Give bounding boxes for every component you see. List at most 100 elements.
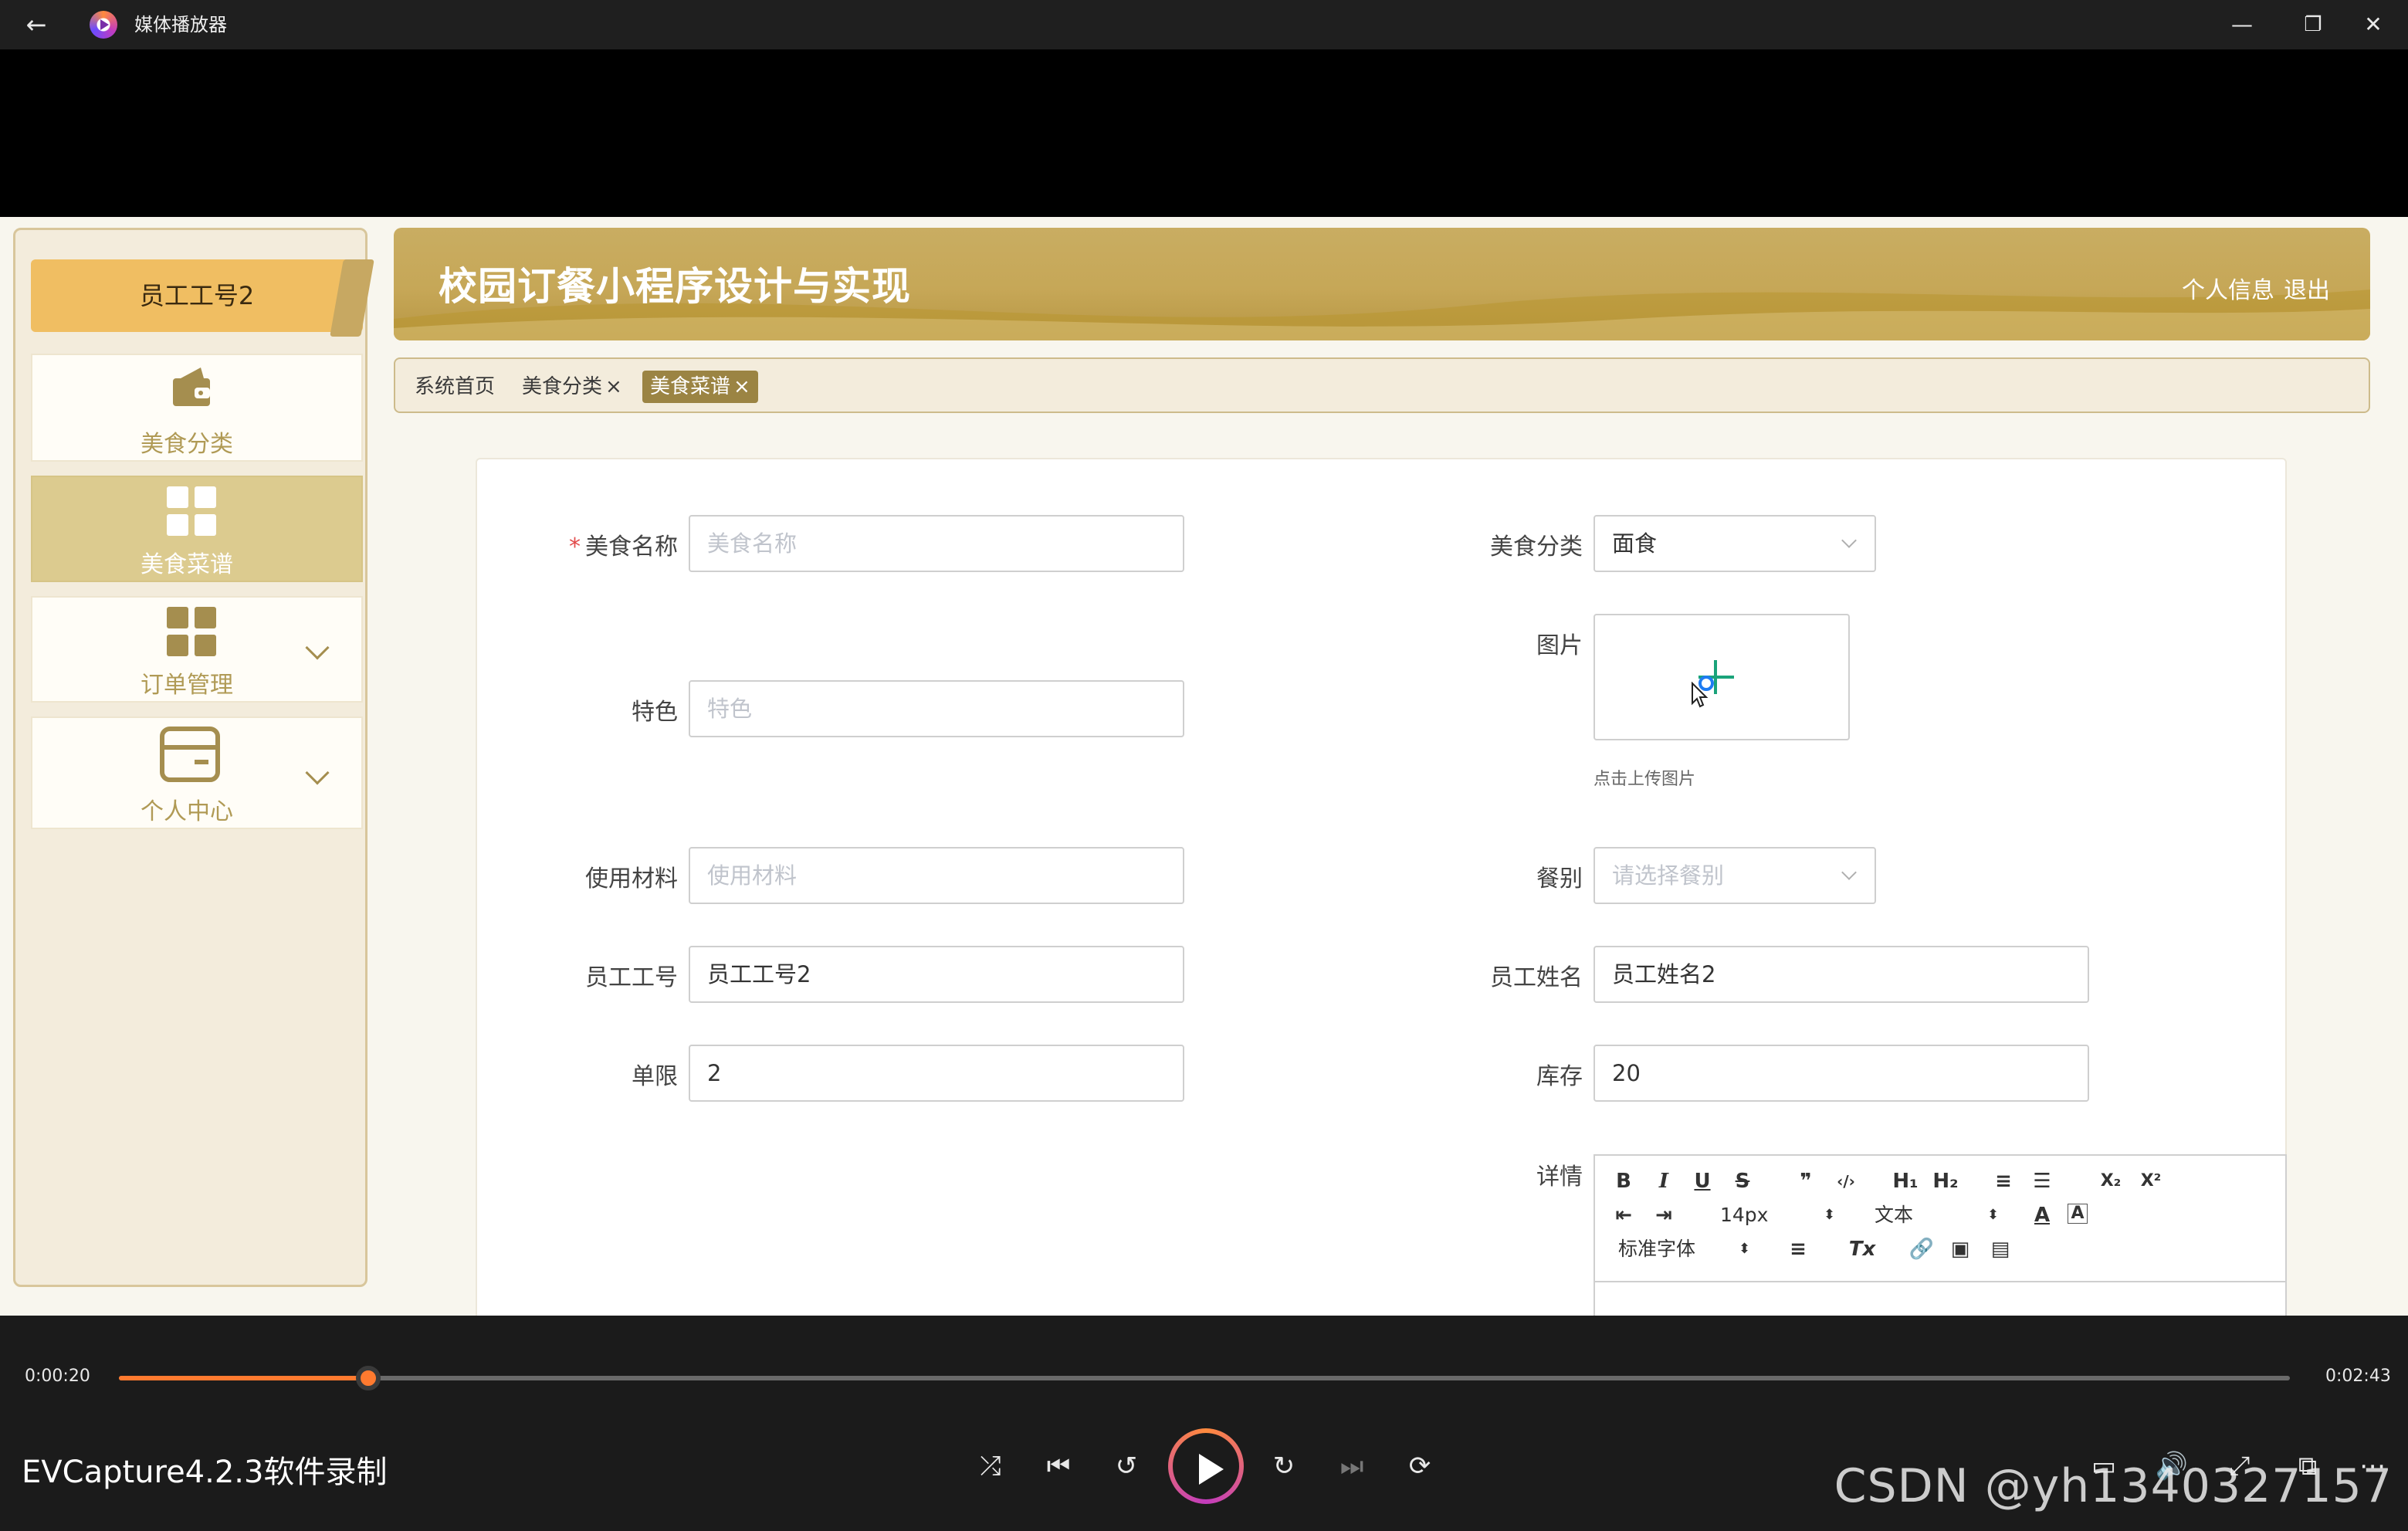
close-icon[interactable]: × <box>605 375 622 398</box>
profile-link[interactable]: 个人信息 <box>2182 277 2274 304</box>
image-icon[interactable]: ▣ <box>1947 1238 1973 1261</box>
sidebar-item-food-recipes[interactable]: 美食菜谱 <box>31 476 363 582</box>
clear-format-button[interactable]: Tx <box>1847 1238 1878 1261</box>
video-area: 员工工号2 美食分类 美食菜谱 订单管理 个人中心 校园订餐小程序设计与实现 个… <box>0 49 2408 1316</box>
indent-icon[interactable]: ⇥ <box>1651 1204 1677 1227</box>
h2-button[interactable]: H₂ <box>1930 1170 1961 1193</box>
repeat-icon[interactable]: ⟳ <box>1400 1447 1439 1485</box>
total-time: 0:02:43 <box>2325 1367 2391 1386</box>
bold-button[interactable]: B <box>1610 1170 1637 1193</box>
ordered-list-button[interactable]: ≡ <box>1990 1170 2017 1193</box>
sidebar-item-label: 美食分类 <box>141 431 233 458</box>
background-color-icon[interactable]: A <box>2068 1204 2088 1224</box>
tab-home[interactable]: 系统首页 <box>407 371 503 403</box>
seek-thumb[interactable] <box>356 1366 381 1390</box>
csdn-watermark: CSDN @yh1340327157 <box>1834 1459 2393 1513</box>
feature-input[interactable]: 特色 <box>689 680 1184 737</box>
chevron-down-icon <box>305 760 330 785</box>
font-family-select[interactable]: 标准字体 <box>1618 1238 1695 1261</box>
chevron-down-icon <box>1841 533 1857 548</box>
seek-bar[interactable] <box>119 1366 2290 1390</box>
player-controls: 0:00:20 0:02:43 EVCapture4.2.3软件录制 ⤮ ⏮ ↺… <box>0 1316 2408 1531</box>
strike-button[interactable]: S <box>1729 1170 1756 1193</box>
subscript-button[interactable]: X₂ <box>2095 1170 2126 1193</box>
limit-input[interactable]: 2 <box>689 1045 1184 1102</box>
next-icon[interactable]: ⏭ <box>1333 1447 1371 1485</box>
field-label-materials: 使用材料 <box>585 865 678 893</box>
italic-button[interactable]: I <box>1651 1170 1677 1193</box>
link-icon[interactable]: 🔗 <box>1908 1238 1935 1261</box>
text-type-select[interactable]: 文本 <box>1875 1204 1913 1227</box>
close-icon[interactable]: ✕ <box>2350 6 2396 43</box>
page-title: 校园订餐小程序设计与实现 <box>439 264 911 309</box>
materials-input[interactable]: 使用材料 <box>689 847 1184 904</box>
sidebar-item-order-management[interactable]: 订单管理 <box>31 596 363 703</box>
sidebar-item-label: 订单管理 <box>141 672 233 699</box>
title-bar: ← 媒体播放器 — ❐ ✕ <box>0 0 2408 49</box>
recorder-label: EVCapture4.2.3软件录制 <box>22 1455 388 1490</box>
blockquote-button[interactable]: ❞ <box>1793 1170 1819 1193</box>
wallet-icon <box>173 368 210 406</box>
media-player-logo-icon <box>90 11 117 39</box>
field-label-limit: 单限 <box>632 1063 678 1090</box>
recipe-form: * 美食名称 美食名称 美食分类 面食 图片 点击上传图片 特色 特色 使用材料… <box>476 458 2287 1316</box>
sidebar: 员工工号2 美食分类 美食菜谱 订单管理 个人中心 <box>13 228 367 1287</box>
minimize-icon[interactable]: — <box>2219 6 2265 43</box>
field-label-name: * 美食名称 <box>569 533 678 561</box>
logout-link[interactable]: 退出 <box>2284 277 2330 304</box>
image-upload-hint: 点击上传图片 <box>1593 770 1696 789</box>
chevron-down-icon <box>1841 865 1857 880</box>
field-label-emp-no: 员工工号 <box>585 964 678 991</box>
emp-no-input[interactable]: 员工工号2 <box>689 946 1184 1003</box>
sidebar-item-personal-center[interactable]: 个人中心 <box>31 716 363 829</box>
field-label-meal-type: 餐别 <box>1536 865 1583 893</box>
field-label-image: 图片 <box>1536 632 1583 659</box>
header-links: 个人信息 退出 <box>2173 271 2330 305</box>
font-color-icon[interactable]: A <box>2029 1204 2055 1227</box>
outdent-icon[interactable]: ⇤ <box>1610 1204 1637 1227</box>
meal-type-select[interactable]: 请选择餐别 <box>1593 847 1876 904</box>
play-button[interactable] <box>1168 1428 1244 1504</box>
name-input[interactable]: 美食名称 <box>689 515 1184 572</box>
restore-icon[interactable]: ❐ <box>2290 6 2336 43</box>
tab-label: 美食菜谱 <box>650 375 731 398</box>
seek-bar-progress <box>119 1376 369 1380</box>
underline-button[interactable]: U <box>1689 1170 1715 1193</box>
image-upload[interactable] <box>1593 614 1850 740</box>
tab-label: 美食分类 <box>522 375 603 398</box>
recorded-web-page: 员工工号2 美食分类 美食菜谱 订单管理 个人中心 校园订餐小程序设计与实现 个… <box>0 217 2408 1316</box>
updown-icon: ⬍ <box>1824 1207 1836 1223</box>
field-label-feature: 特色 <box>632 699 678 726</box>
superscript-button[interactable]: X² <box>2135 1170 2166 1193</box>
previous-icon[interactable]: ⏮ <box>1039 1447 1078 1485</box>
bullet-list-button[interactable]: ☰ <box>2029 1170 2055 1193</box>
field-label-category: 美食分类 <box>1490 533 1583 561</box>
font-size-select[interactable]: 14px <box>1720 1204 1768 1227</box>
grid-icon <box>167 607 216 656</box>
tab-food-category[interactable]: 美食分类 × <box>514 371 630 403</box>
sidebar-item-label: 个人中心 <box>141 798 233 825</box>
shuffle-icon[interactable]: ⤮ <box>971 1447 1010 1485</box>
current-time: 0:00:20 <box>25 1367 90 1386</box>
arrow-left-icon[interactable]: ← <box>19 8 54 42</box>
tab-label: 系统首页 <box>415 375 496 398</box>
meal-type-placeholder: 请选择餐别 <box>1612 862 1725 889</box>
align-button[interactable]: ≡ <box>1785 1238 1811 1261</box>
tab-bar: 系统首页 美食分类 × 美食菜谱 × <box>394 357 2370 413</box>
sidebar-item-food-category[interactable]: 美食分类 <box>31 354 363 462</box>
forward-30-icon[interactable]: ↻ <box>1265 1447 1303 1485</box>
stock-input[interactable]: 20 <box>1593 1045 2089 1102</box>
code-button[interactable]: ‹/› <box>1833 1170 1859 1193</box>
rewind-10-icon[interactable]: ↺ <box>1107 1447 1146 1485</box>
tab-food-recipes[interactable]: 美食菜谱 × <box>642 371 758 403</box>
field-label-detail: 详情 <box>1536 1163 1583 1191</box>
updown-icon: ⬍ <box>1739 1241 1751 1257</box>
close-icon[interactable]: × <box>733 375 750 398</box>
emp-name-input[interactable]: 员工姓名2 <box>1593 946 2089 1003</box>
chevron-down-icon <box>305 635 330 660</box>
category-select[interactable]: 面食 <box>1593 515 1876 572</box>
updown-icon: ⬍ <box>1987 1207 2000 1223</box>
h1-button[interactable]: H₁ <box>1890 1170 1921 1193</box>
field-label-stock: 库存 <box>1536 1063 1583 1090</box>
video-icon[interactable]: ▤ <box>1987 1238 2013 1261</box>
